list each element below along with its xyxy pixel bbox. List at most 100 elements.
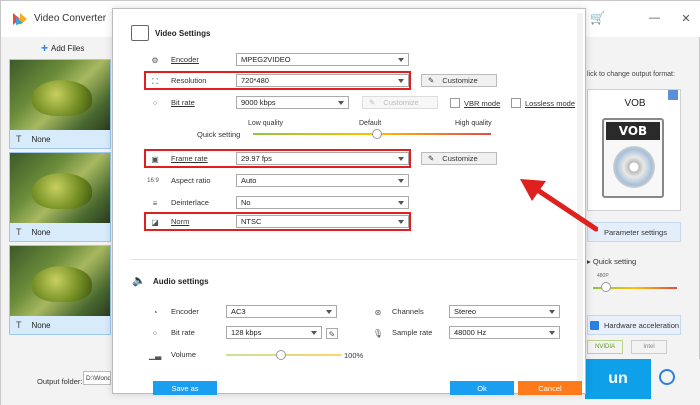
video-thumbnail[interactable] bbox=[10, 246, 110, 316]
audio-encoder-icon: ◔ bbox=[152, 308, 158, 317]
audio-bitrate-select[interactable]: 128 kbps bbox=[226, 326, 322, 339]
chevron-down-icon bbox=[398, 201, 404, 205]
output-format-hint: lick to change output format: bbox=[587, 71, 675, 78]
hardware-acceleration-toggle[interactable]: Hardware acceleration bbox=[587, 315, 681, 335]
chevron-down-icon bbox=[549, 310, 555, 314]
framerate-value: 29.97 fps bbox=[241, 154, 272, 163]
audio-settings-header: 🔈 Audio settings bbox=[131, 275, 209, 287]
video-bitrate-select[interactable]: 9000 kbps bbox=[236, 96, 349, 109]
run-button[interactable]: un bbox=[585, 359, 651, 399]
customize-label: Customize bbox=[442, 76, 478, 85]
sample-rate-label: Sample rate bbox=[392, 328, 433, 337]
app-logo-icon bbox=[13, 13, 27, 25]
channels-select[interactable]: Stereo bbox=[449, 305, 560, 318]
output-folder-label: Output folder: bbox=[37, 377, 83, 386]
add-files-button[interactable]: + Add Files bbox=[41, 41, 84, 55]
norm-label[interactable]: Norm bbox=[171, 217, 189, 226]
vbr-mode-checkbox[interactable] bbox=[450, 98, 460, 108]
file-item[interactable]: T None bbox=[9, 245, 111, 335]
audio-encoder-label: Encoder bbox=[171, 307, 199, 316]
close-button[interactable]: ✕ bbox=[681, 12, 691, 25]
subtitle-selector[interactable]: T None bbox=[10, 316, 110, 334]
quick-setting-value: 480P bbox=[597, 273, 609, 279]
audio-bitrate-label: Bit rate bbox=[171, 328, 195, 337]
audio-bitrate-value: 128 kbps bbox=[231, 328, 262, 337]
quick-setting-label: ▸ Quick setting bbox=[587, 257, 637, 266]
resolution-select[interactable]: 720*480 bbox=[236, 74, 409, 87]
cancel-button[interactable]: Cancel bbox=[518, 381, 582, 395]
output-format-selector[interactable]: VOB VOB bbox=[587, 89, 681, 211]
video-bitrate-value: 9000 kbps bbox=[241, 98, 276, 107]
subtitle-selector[interactable]: T None bbox=[10, 130, 110, 148]
deinterlace-value: No bbox=[241, 198, 251, 207]
video-thumbnail[interactable] bbox=[10, 60, 110, 130]
subtitle-value: None bbox=[31, 227, 51, 237]
subtitle-value: None bbox=[31, 134, 51, 144]
audio-encoder-select[interactable]: AC3 bbox=[226, 305, 337, 318]
chevron-down-icon bbox=[326, 310, 332, 314]
microphone-icon: 🎙 bbox=[372, 329, 384, 338]
subtitle-value: None bbox=[31, 320, 51, 330]
bitrate-customize-button: ✎ Customize bbox=[362, 96, 438, 109]
customize-label: Customize bbox=[383, 98, 419, 107]
sample-rate-select[interactable]: 48000 Hz bbox=[449, 326, 560, 339]
nvidia-badge: NVIDIA bbox=[587, 340, 623, 354]
norm-value: NTSC bbox=[241, 217, 262, 226]
quick-setting-label: Quick setting bbox=[197, 130, 241, 139]
file-item[interactable]: T None bbox=[9, 152, 111, 242]
hardware-acceleration-checkbox[interactable] bbox=[590, 321, 599, 330]
default-quality-label: Default bbox=[359, 120, 382, 127]
vbr-mode-label[interactable]: VBR mode bbox=[464, 99, 500, 108]
cart-icon[interactable]: 🛒 bbox=[590, 11, 605, 25]
video-encoder-value: MPEG2VIDEO bbox=[241, 55, 291, 64]
volume-slider-knob[interactable] bbox=[275, 350, 286, 360]
bitrate-icon: ⁘ bbox=[151, 99, 159, 108]
pencil-icon: ✎ bbox=[428, 154, 435, 163]
minimize-button[interactable]: — bbox=[649, 12, 660, 25]
chevron-down-icon bbox=[311, 331, 317, 335]
video-settings-header: Video Settings bbox=[131, 25, 210, 41]
video-thumbnail[interactable] bbox=[10, 153, 110, 223]
resolution-label: Resolution bbox=[171, 76, 207, 85]
norm-select[interactable]: NTSC bbox=[236, 215, 409, 228]
aspect-ratio-select[interactable]: Auto bbox=[236, 174, 409, 187]
video-bitrate-label[interactable]: Bit rate bbox=[171, 98, 195, 107]
text-icon: T bbox=[16, 227, 22, 237]
chevron-down-icon bbox=[398, 220, 404, 224]
speaker-icon: 🔈 bbox=[132, 275, 146, 287]
framerate-label[interactable]: Frame rate bbox=[171, 154, 208, 163]
file-list: T None T None T None bbox=[9, 59, 111, 338]
pencil-icon: ✎ bbox=[369, 98, 376, 107]
subtitle-selector[interactable]: T None bbox=[10, 223, 110, 241]
section-divider bbox=[131, 259, 577, 260]
deinterlace-select[interactable]: No bbox=[236, 196, 409, 209]
audio-settings-title: Audio settings bbox=[153, 277, 209, 286]
lossless-mode-label[interactable]: Lossless mode bbox=[525, 99, 575, 108]
resolution-customize-button[interactable]: ✎ Customize bbox=[421, 74, 497, 87]
lossless-mode-checkbox[interactable] bbox=[511, 98, 521, 108]
framerate-select[interactable]: 29.97 fps bbox=[236, 152, 409, 165]
vob-icon-text: VOB bbox=[606, 122, 660, 140]
video-settings-title: Video Settings bbox=[155, 28, 211, 38]
file-item[interactable]: T None bbox=[9, 59, 111, 149]
annotation-arrow-icon bbox=[520, 179, 598, 232]
audio-bitrate-edit-icon[interactable]: ✎ bbox=[326, 328, 338, 339]
parameter-settings-label: Parameter settings bbox=[604, 227, 667, 237]
video-encoder-select[interactable]: MPEG2VIDEO bbox=[236, 53, 409, 66]
high-quality-label: High quality bbox=[455, 120, 492, 127]
alarm-clock-icon[interactable] bbox=[659, 369, 675, 385]
video-encoder-label[interactable]: Encoder bbox=[171, 55, 199, 64]
ok-button[interactable]: Ok bbox=[450, 381, 514, 395]
film-icon bbox=[131, 25, 149, 41]
resolution-value: 720*480 bbox=[241, 76, 269, 85]
save-as-button[interactable]: Save as bbox=[153, 381, 217, 395]
quick-setting-knob[interactable] bbox=[601, 282, 611, 292]
text-icon: T bbox=[16, 320, 22, 330]
chevron-down-icon bbox=[398, 157, 404, 161]
output-folder-field[interactable]: D:\Wond bbox=[83, 371, 111, 385]
parameter-settings-button[interactable]: Parameter settings bbox=[587, 222, 681, 242]
volume-label: Volume bbox=[171, 350, 197, 359]
framerate-customize-button[interactable]: ✎ Customize bbox=[421, 152, 497, 165]
quality-slider-knob[interactable] bbox=[371, 129, 382, 139]
hardware-acceleration-label: Hardware acceleration bbox=[604, 320, 680, 330]
